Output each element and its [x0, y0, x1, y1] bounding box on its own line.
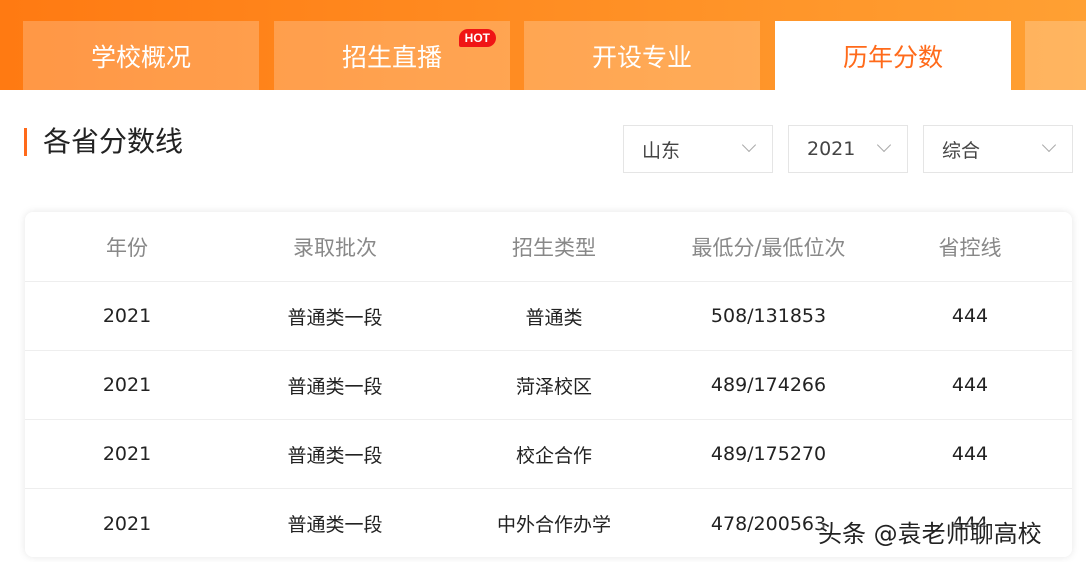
cell-control-line: 444: [951, 305, 989, 327]
tab-label: 学校概况: [90, 42, 191, 72]
table-row: 2021 普通类一段 校企合作 489/175270 444: [25, 420, 1072, 489]
header-type: 招生类型: [512, 235, 596, 260]
cell-batch: 普通类一段: [287, 514, 383, 536]
header-year: 年份: [106, 235, 148, 260]
tab-school-overview[interactable]: 学校概况: [23, 21, 259, 90]
chevron-down-icon: [741, 137, 757, 153]
section-title: 各省分数线: [24, 128, 183, 156]
cell-batch: 普通类一段: [287, 375, 383, 398]
cell-min-score: 508/131853: [710, 305, 827, 327]
table-row: 2021 普通类一段 普通类 508/131853 444: [25, 282, 1072, 351]
tab-historical-scores[interactable]: 历年分数: [775, 21, 1011, 90]
cell-year: 2021: [102, 512, 152, 535]
cell-year: 2021: [102, 374, 152, 396]
table-header: 年份 录取批次 招生类型 最低分/最低位次 省控线: [25, 212, 1072, 282]
table-row: 2021 普通类一段 菏泽校区 489/174266 444: [25, 351, 1072, 420]
cell-type: 普通类: [525, 306, 583, 329]
province-select[interactable]: 山东: [623, 125, 773, 173]
cell-batch: 普通类一段: [287, 444, 383, 467]
type-value: 综合: [942, 139, 981, 162]
cell-min-score: 489/174266: [710, 374, 827, 396]
cell-type: 菏泽校区: [515, 375, 592, 398]
header-batch: 录取批次: [293, 235, 377, 260]
cell-type: 中外合作办学: [496, 514, 611, 536]
type-select[interactable]: 综合: [923, 125, 1073, 173]
header-min-score: 最低分/最低位次: [691, 235, 846, 260]
tab-live-admission[interactable]: 招生直播 HOT: [274, 21, 510, 90]
tab-label: 开设专业: [591, 42, 692, 72]
tab-label: 招生直播: [341, 42, 442, 72]
tab-label: 历年分数: [842, 42, 943, 72]
cell-min-score: 489/175270: [710, 443, 827, 465]
watermark: 头条 @袁老师聊高校: [818, 520, 1042, 548]
year-select[interactable]: 2021: [788, 125, 908, 173]
score-table: 年份 录取批次 招生类型 最低分/最低位次 省控线 2021 普通类一段 普通类…: [25, 212, 1072, 557]
cell-control-line: 444: [951, 374, 989, 396]
cell-year: 2021: [102, 443, 152, 465]
chevron-down-icon: [876, 137, 892, 153]
tab-more[interactable]: [1025, 21, 1086, 90]
header-control-line: 省控线: [938, 235, 1002, 260]
hot-badge: HOT: [458, 29, 496, 47]
cell-type: 校企合作: [515, 444, 592, 467]
province-value: 山东: [642, 139, 681, 162]
cell-control-line: 444: [951, 443, 989, 465]
top-nav: 学校概况 招生直播 HOT 开设专业 历年分数: [0, 0, 1086, 90]
year-value: 2021: [807, 138, 856, 160]
cell-batch: 普通类一段: [287, 306, 383, 329]
tab-majors[interactable]: 开设专业: [524, 21, 760, 90]
chevron-down-icon: [1041, 137, 1057, 153]
cell-year: 2021: [102, 305, 152, 327]
